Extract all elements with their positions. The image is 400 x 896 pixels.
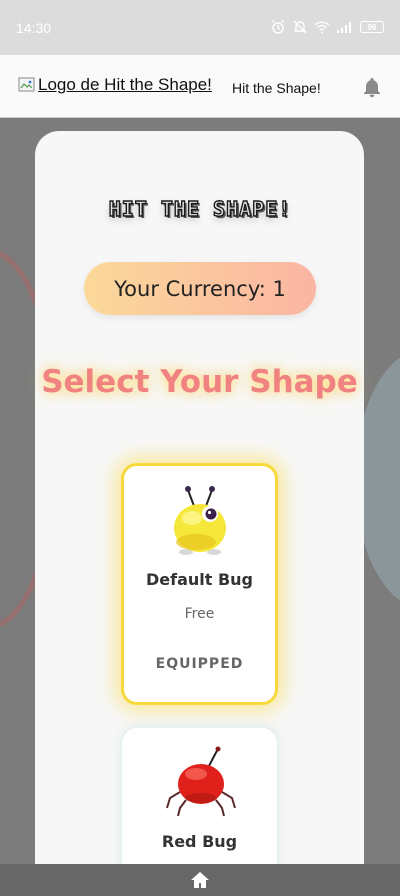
currency-label: Your Currency: 1 [114, 276, 286, 301]
equipped-status: EQUIPPED [155, 656, 244, 672]
app-title: Hit the Shape! [232, 80, 321, 96]
broken-image-icon [18, 77, 35, 92]
yellow-bug-icon [174, 486, 226, 555]
game-logo: HIT THE SHAPE! [92, 195, 308, 223]
signal-icon [337, 22, 351, 33]
alarm-icon [271, 19, 285, 34]
battery-icon: 96 [360, 21, 384, 33]
mute-icon [293, 20, 307, 34]
home-icon[interactable] [190, 870, 210, 890]
shape-name: Red Bug [161, 832, 238, 851]
shape-card-red-bug[interactable]: Red Bug [121, 727, 278, 887]
shape-name: Default Bug [145, 570, 254, 589]
status-time: 14:30 [16, 20, 52, 36]
section-title: Select Your Shape [41, 364, 358, 400]
shape-price: Free [184, 606, 215, 622]
app-bar: Logo de Hit the Shape! Hit the Shape! [0, 55, 400, 118]
app-logo[interactable]: Logo de Hit the Shape! [18, 75, 212, 95]
status-bar: 14:30 96 [0, 0, 400, 55]
logo-alt-text[interactable]: Logo de Hit the Shape! [38, 75, 212, 95]
currency-badge: Your Currency: 1 [84, 262, 316, 315]
game-logo-text: HIT THE SHAPE! [108, 196, 292, 221]
shape-card-default-bug[interactable]: Default Bug Free EQUIPPED [121, 463, 278, 705]
bell-icon[interactable] [362, 76, 382, 98]
wifi-icon [314, 21, 330, 34]
status-icons: 96 [270, 19, 384, 35]
red-bug-icon [166, 746, 236, 817]
bottom-nav [0, 864, 400, 896]
